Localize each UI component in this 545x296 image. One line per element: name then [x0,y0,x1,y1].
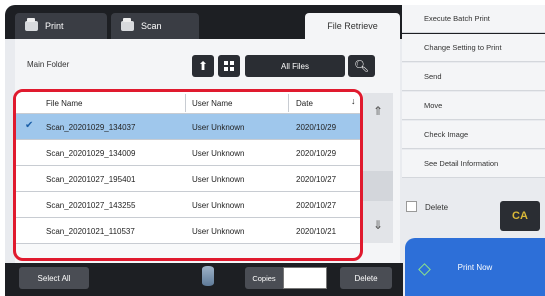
user-name-cell: User Unknown [192,149,245,158]
tab-scan-label: Scan [141,21,162,31]
double-chevron-down-icon: ⇓ [372,218,384,232]
tab-file-retrieve[interactable]: File Retrieve [305,13,400,39]
scan-icon [121,18,134,31]
column-date[interactable]: Date [296,99,313,108]
search-icon: 🔍︎ [353,59,370,73]
print-now-button[interactable]: Print Now [405,238,545,296]
delete-after-print-checkbox[interactable] [406,201,417,212]
user-name-cell: User Unknown [192,123,245,132]
file-name-cell: Scan_20201027_143255 [46,201,136,210]
select-all-button[interactable]: Select All [19,267,89,289]
file-name-cell: Scan_20201027_195401 [46,175,136,184]
tab-print[interactable]: Print [15,13,107,39]
menu-execute-batch-print[interactable]: Execute Batch Print [402,5,545,33]
file-filter-button[interactable]: All Files [245,55,345,77]
print-icon [25,18,38,31]
list-scrollbar[interactable]: ⇑ ⇓ [363,93,393,243]
delete-label: Delete [354,273,378,283]
tab-print-label: Print [45,21,64,31]
user-name-cell: User Unknown [192,227,245,236]
table-row[interactable]: Scan_20201027_143255 User Unknown 2020/1… [16,192,360,218]
grid-icon [224,61,234,71]
thumbnail-view-button[interactable] [218,55,240,77]
print-now-label: Print Now [457,262,493,272]
delete-button[interactable]: Delete [340,267,392,289]
file-list: File Name User Name Date ↓ ✔ Scan_202010… [13,89,363,261]
start-diamond-icon [418,263,431,276]
arrow-up-icon: ⬆ [197,59,209,73]
double-chevron-up-icon: ⇑ [372,104,384,118]
copies-button[interactable]: Copies [245,267,283,289]
tab-scan[interactable]: Scan [111,13,199,39]
menu-change-setting-to-print[interactable]: Change Setting to Print [402,34,545,62]
check-icon: ✔ [25,120,34,131]
table-row[interactable]: Scan_20201021_110537 User Unknown 2020/1… [16,218,360,244]
date-cell: 2020/10/27 [296,175,337,184]
select-all-label: Select All [37,273,71,283]
user-name-cell: User Unknown [192,175,245,184]
file-filter-label: All Files [280,61,309,71]
bottom-bar: Select All Copies Delete [5,263,403,296]
file-name-cell: Scan_20201029_134009 [46,149,136,158]
sort-arrow-icon: ↓ [351,96,356,106]
menu-check-image[interactable]: Check Image [402,121,545,149]
clear-all-button[interactable]: CA [500,201,540,231]
user-name-cell: User Unknown [192,201,245,210]
delete-after-print-label: Delete [425,203,449,212]
file-list-header: File Name User Name Date ↓ [16,92,360,114]
screen: Print Scan File Retrieve ▶| Main Folder … [5,5,545,296]
date-cell: 2020/10/29 [296,123,337,132]
column-user-name[interactable]: User Name [192,99,232,108]
scroll-thumb[interactable] [363,171,393,201]
column-file-name[interactable]: File Name [46,99,82,108]
action-panel: Execute Batch Print Change Setting to Pr… [402,5,545,205]
up-folder-button[interactable]: ⬆ [192,55,214,77]
copies-input[interactable] [283,267,327,289]
copies-label: Copies [252,273,276,283]
file-name-cell: Scan_20201029_134037 [46,123,136,132]
table-row[interactable]: Scan_20201029_134009 User Unknown 2020/1… [16,140,360,166]
scroll-down-button[interactable]: ⇓ [366,215,390,235]
clear-all-label: CA [512,210,528,222]
file-name-cell: Scan_20201021_110537 [46,227,135,236]
tab-file-retrieve-label: File Retrieve [327,21,378,31]
scroll-up-button[interactable]: ⇑ [366,101,390,121]
folder-label: Main Folder [27,60,70,69]
date-cell: 2020/10/27 [296,201,337,210]
search-button[interactable]: 🔍︎ [348,55,375,77]
menu-see-detail-information[interactable]: See Detail Information [402,150,545,178]
date-cell: 2020/10/21 [296,227,337,236]
table-row[interactable]: ✔ Scan_20201029_134037 User Unknown 2020… [16,114,360,140]
menu-send[interactable]: Send [402,63,545,91]
storage-icon [202,266,214,286]
menu-move[interactable]: Move [402,92,545,120]
date-cell: 2020/10/29 [296,149,337,158]
table-row[interactable]: Scan_20201027_195401 User Unknown 2020/1… [16,166,360,192]
